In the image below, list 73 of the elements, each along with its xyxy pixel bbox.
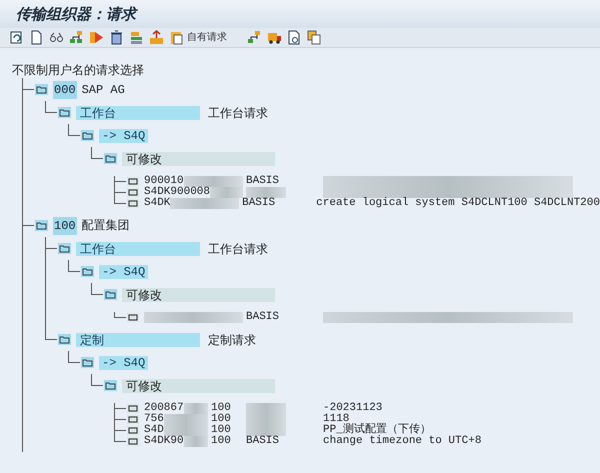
request-icon xyxy=(127,199,139,208)
request-id[interactable]: 200867 xyxy=(144,403,184,414)
client-name: SAP AG xyxy=(82,82,125,98)
request-owner: BASIS xyxy=(246,436,280,447)
glasses-icon[interactable] xyxy=(49,30,64,45)
request-description: change timezone to UTC+8 xyxy=(323,436,482,447)
client-number: 100 xyxy=(211,403,232,414)
clipboard-icon[interactable] xyxy=(169,30,184,45)
upload-icon[interactable] xyxy=(149,30,164,45)
folder-icon xyxy=(104,153,117,164)
play-icon[interactable] xyxy=(89,30,104,45)
tree-heading: 不限制用户名的请求选择 xyxy=(12,62,145,78)
target-system-label[interactable]: -> S4Q xyxy=(99,264,148,278)
folder-icon xyxy=(35,220,48,231)
request-icon xyxy=(127,437,139,446)
request-id[interactable]: S4D xyxy=(144,425,164,436)
request-description: PP_测试配置（下传） xyxy=(323,425,431,436)
request-owner: BASIS xyxy=(246,176,280,187)
stack-icon[interactable] xyxy=(129,30,144,45)
request-id[interactable]: S4DK90 xyxy=(144,436,184,447)
request-icon xyxy=(127,188,139,197)
folder-icon xyxy=(58,107,71,118)
folder-icon xyxy=(81,357,94,368)
folder-icon xyxy=(104,289,117,300)
category-label[interactable]: 工作台 xyxy=(76,242,200,256)
client-number: 100 xyxy=(211,414,232,425)
client-number: 100 xyxy=(211,425,232,436)
client-name: 配置集团 xyxy=(82,218,130,234)
client-number: 100 xyxy=(211,436,232,447)
status-label[interactable]: 可修改 xyxy=(122,378,275,392)
request-icon xyxy=(127,426,139,435)
window-title: 传输组织器：请求 xyxy=(16,4,136,25)
folder-icon xyxy=(58,334,71,345)
redaction-blur xyxy=(246,187,286,198)
hierarchy-icon[interactable] xyxy=(247,30,262,45)
document-search-icon[interactable] xyxy=(287,30,302,45)
copy-icon[interactable] xyxy=(307,30,322,45)
truck-icon[interactable] xyxy=(267,30,282,45)
category-description: 定制请求 xyxy=(208,332,256,348)
request-id[interactable]: 900010 xyxy=(144,176,184,187)
folder-icon xyxy=(58,243,71,254)
request-description: create logical system S4DCLNT100 S4DCLNT200 xyxy=(316,198,600,209)
request-icon xyxy=(127,404,139,413)
redaction-blur xyxy=(246,403,286,414)
new-document-icon[interactable] xyxy=(29,30,44,45)
target-system-label[interactable]: -> S4Q xyxy=(99,128,148,142)
request-owner: BASIS xyxy=(242,198,276,209)
category-description: 工作台请求 xyxy=(208,104,268,122)
request-id[interactable]: S4DK xyxy=(144,198,170,209)
request-description: -20231123 xyxy=(323,403,382,414)
folder-icon xyxy=(104,380,117,391)
target-system-label[interactable]: -> S4Q xyxy=(99,356,148,370)
hierarchy-icon[interactable] xyxy=(69,30,84,45)
client-code[interactable]: 000 xyxy=(53,80,77,98)
refresh-icon[interactable] xyxy=(9,30,24,45)
request-owner: BASIS xyxy=(246,312,280,323)
request-id[interactable]: S4DK900008 xyxy=(144,187,210,198)
status-label[interactable]: 可修改 xyxy=(122,152,275,166)
folder-icon xyxy=(35,84,48,95)
request-icon xyxy=(127,415,139,424)
status-label[interactable]: 可修改 xyxy=(122,288,275,302)
folder-icon xyxy=(81,130,94,141)
request-icon xyxy=(127,177,139,186)
category-description: 工作台请求 xyxy=(208,240,268,258)
own-requests-button[interactable]: 自有请求 xyxy=(187,30,227,45)
request-id[interactable]: 756 xyxy=(144,414,164,425)
redaction-blur xyxy=(246,425,286,436)
category-label[interactable]: 工作台 xyxy=(76,106,200,120)
category-label[interactable]: 定制 xyxy=(76,332,200,346)
client-code[interactable]: 100 xyxy=(53,216,77,234)
request-icon xyxy=(127,313,139,322)
folder-icon xyxy=(81,266,94,277)
trash-icon[interactable] xyxy=(109,30,124,45)
